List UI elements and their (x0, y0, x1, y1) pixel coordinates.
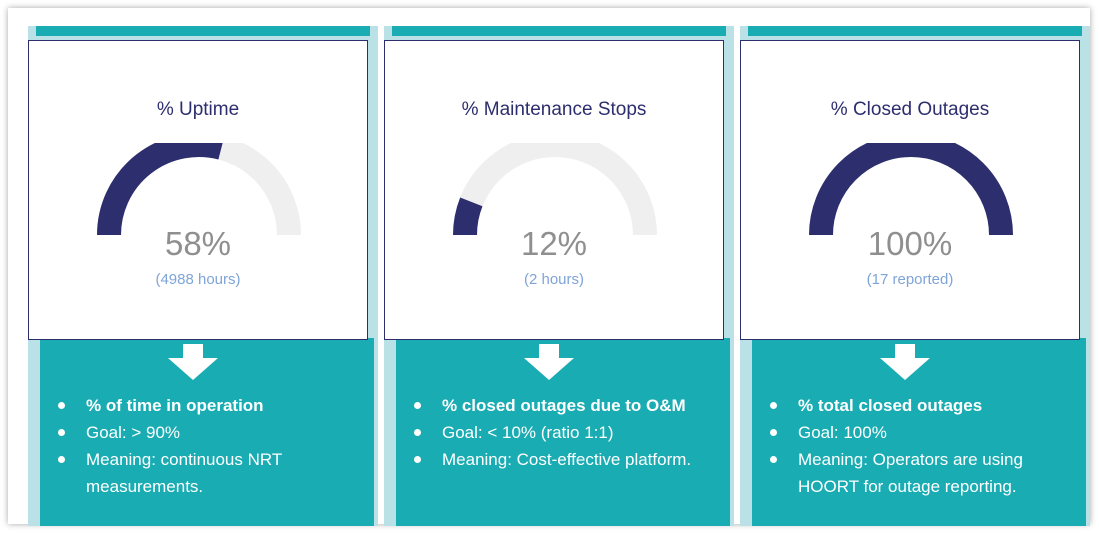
arrow-down-icon (524, 344, 574, 380)
bullet-dot-icon (414, 402, 421, 409)
gauge-subvalue: (4988 hours) (155, 271, 241, 288)
bullet-text: Goal: < 10% (ratio 1:1) (442, 423, 614, 442)
kpi-card: % Uptime 58% (4988 hours) (28, 40, 368, 340)
bullet-text: Meaning: continuous NRT measurements. (86, 450, 282, 496)
bullet-dot-icon (58, 402, 65, 409)
list-item: Goal: 100% (768, 419, 1078, 446)
list-item: Meaning: Operators are using HOORT for o… (768, 446, 1078, 500)
kpi-panel-uptime: % Uptime 58% (4988 hours) % of time in o… (28, 26, 378, 526)
bullet-dot-icon (414, 456, 421, 463)
list-item: % of time in operation (56, 392, 366, 419)
bullet-text: Goal: > 90% (86, 423, 181, 442)
gauge-track (453, 143, 657, 236)
bullet-text: Meaning: Cost-effective platform. (442, 450, 692, 469)
panel-top-strip (748, 26, 1082, 36)
bullet-dot-icon (58, 429, 65, 436)
bullet-dot-icon (770, 456, 777, 463)
bullet-text: % of time in operation (86, 396, 264, 415)
kpi-card: % Closed Outages 100% (17 reported) (740, 40, 1080, 340)
bullet-text: % closed outages due to O&M (442, 396, 686, 415)
list-item: Meaning: Cost-effective platform. (412, 446, 722, 473)
list-item: Meaning: continuous NRT measurements. (56, 446, 366, 500)
gauge-value: 12% (520, 225, 588, 262)
kpi-panel-closed-outages: % Closed Outages 100% (17 reported) % to… (740, 26, 1090, 526)
bullet-dot-icon (414, 429, 421, 436)
gauge-value: 100% (867, 225, 953, 262)
gauge-subvalue: (2 hours) (523, 271, 585, 288)
list-item: % closed outages due to O&M (412, 392, 722, 419)
list-item: % total closed outages (768, 392, 1078, 419)
dashboard-frame: % Uptime 58% (4988 hours) % of time in o… (8, 8, 1090, 526)
kpi-bullet-list: % of time in operation Goal: > 90% Meani… (56, 392, 366, 500)
card-title: % Maintenance Stops (461, 99, 647, 120)
list-item: Goal: > 90% (56, 419, 366, 446)
bullet-text: Goal: 100% (798, 423, 887, 442)
bullet-dot-icon (58, 456, 65, 463)
kpi-bullet-list: % total closed outages Goal: 100% Meanin… (768, 392, 1078, 500)
panel-top-strip (392, 26, 726, 36)
kpi-card: % Maintenance Stops 12% (2 hours) (384, 40, 724, 340)
card-title: % Closed Outages (830, 99, 990, 120)
kpi-panel-maintenance-stops: % Maintenance Stops 12% (2 hours) % clos… (384, 26, 734, 526)
gauge-fill (809, 143, 1013, 236)
bullet-dot-icon (770, 402, 777, 409)
kpi-bullet-list: % closed outages due to O&M Goal: < 10% … (412, 392, 722, 473)
arrow-down-icon (880, 344, 930, 380)
gauge-subvalue: (17 reported) (866, 271, 954, 288)
gauge-fill (97, 143, 223, 236)
arrow-down-icon (168, 344, 218, 380)
panel-top-strip (36, 26, 370, 36)
list-item: Goal: < 10% (ratio 1:1) (412, 419, 722, 446)
bullet-text: Meaning: Operators are using HOORT for o… (798, 450, 1023, 496)
bullet-text: % total closed outages (798, 396, 983, 415)
card-title: % Uptime (156, 99, 240, 120)
gauge-value: 58% (164, 225, 232, 262)
bullet-dot-icon (770, 429, 777, 436)
